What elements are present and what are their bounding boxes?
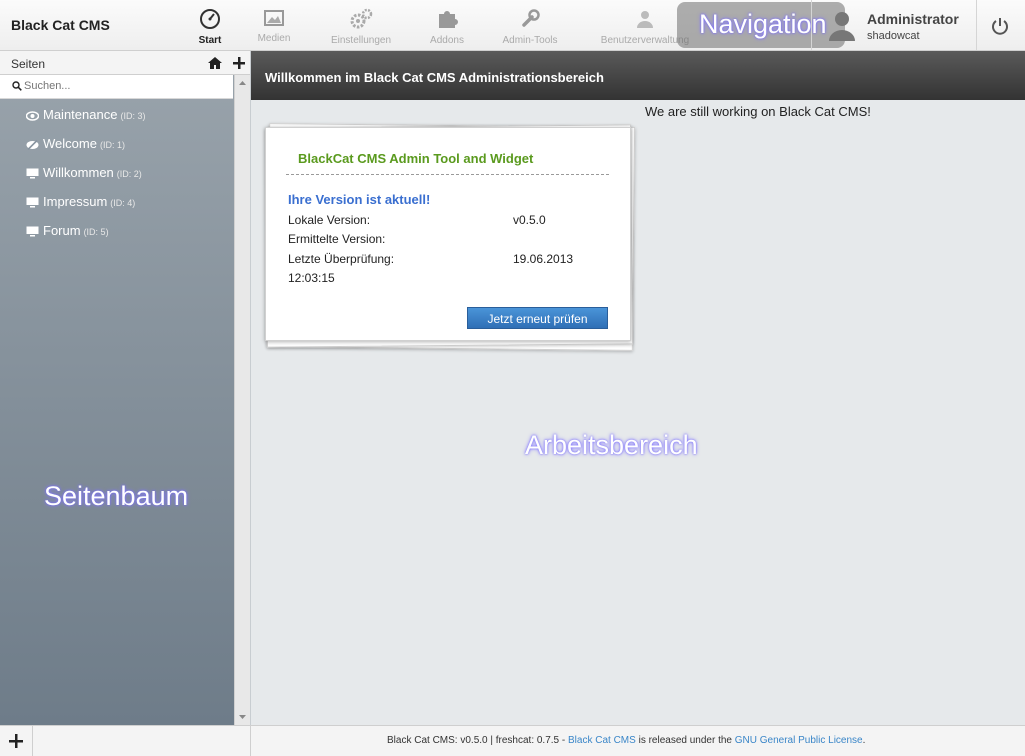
- monitor-icon: [26, 226, 39, 237]
- detected-version-label: Ermittelte Version:: [288, 232, 386, 246]
- page-tree-item-id: (ID: 3): [120, 111, 146, 121]
- page-tree-item[interactable]: Welcome (ID: 1): [26, 136, 125, 151]
- widget-title: BlackCat CMS Admin Tool and Widget: [298, 151, 534, 166]
- page-tree-item-label: Maintenance: [43, 107, 118, 122]
- search-input[interactable]: [24, 78, 224, 94]
- license-link[interactable]: GNU General Public License: [735, 735, 863, 746]
- last-check-time: 12:03:15: [288, 271, 335, 285]
- nav-admin-tools-label: Admin-Tools: [502, 35, 558, 46]
- home-button[interactable]: [205, 54, 225, 72]
- page-tree-item[interactable]: Maintenance (ID: 3): [25, 107, 146, 122]
- workspace-title: Willkommen im Black Cat CMS Administrati…: [265, 70, 604, 85]
- navigation-annotation: Navigation: [677, 2, 845, 48]
- monitor-icon: [26, 197, 39, 208]
- eye-icon: [25, 110, 40, 121]
- nav-admin-tools[interactable]: Admin-Tools: [498, 4, 562, 50]
- workspace-header: Willkommen im Black Cat CMS Administrati…: [251, 51, 1025, 100]
- page-tree-item-id: (ID: 1): [99, 140, 125, 150]
- dev-notice: We are still working on Black Cat CMS!: [645, 104, 871, 119]
- sidebar-footer-divider: [32, 726, 33, 756]
- image-icon: [264, 10, 284, 26]
- navigation-annotation-label: Navigation: [699, 9, 827, 39]
- home-icon: [208, 57, 222, 69]
- top-navigation-bar: Black Cat CMS Start Medien Einstellungen…: [0, 0, 1025, 51]
- nav-start-label: Start: [198, 35, 222, 46]
- nav-media[interactable]: Medien: [252, 4, 296, 50]
- page-tree-item[interactable]: Forum (ID: 5): [26, 223, 109, 238]
- dashboard-icon: [200, 9, 220, 29]
- search-icon: [12, 81, 22, 91]
- nav-settings-label: Einstellungen: [330, 35, 392, 46]
- nav-start[interactable]: Start: [191, 4, 229, 50]
- footer-suffix: .: [862, 735, 866, 746]
- local-version-value: v0.5.0: [513, 213, 546, 227]
- footer-text: Black Cat CMS: v0.5.0 | freshcat: 0.7.5 …: [387, 735, 865, 746]
- page-tree-item-label: Welcome: [43, 136, 97, 151]
- puzzle-icon: [439, 11, 458, 28]
- sidebar-scrollbar[interactable]: [234, 75, 250, 725]
- footer-middle: is released under the: [635, 735, 735, 746]
- wrench-icon: [522, 9, 540, 27]
- page-tree-item-id: (ID: 4): [110, 198, 136, 208]
- topbar-divider: [976, 0, 977, 50]
- user-login-name: shadowcat: [867, 30, 920, 42]
- plus-icon: [233, 57, 245, 69]
- page-tree-item[interactable]: Impressum (ID: 4): [26, 194, 135, 209]
- page-tree-item-id: (ID: 5): [83, 227, 109, 237]
- footer: Black Cat CMS: v0.5.0 | freshcat: 0.7.5 …: [251, 725, 1025, 756]
- cms-link[interactable]: Black Cat CMS: [568, 735, 636, 746]
- topbar-divider: [811, 0, 812, 50]
- page-tree-item-id: (ID: 2): [116, 169, 142, 179]
- widget-divider: [286, 174, 609, 175]
- eye-hidden-icon: [26, 139, 39, 150]
- page-tree-item-label: Impressum: [43, 194, 108, 209]
- nav-addons[interactable]: Addons: [426, 4, 468, 50]
- page-tree-item[interactable]: Willkommen (ID: 2): [26, 165, 142, 180]
- page-tree-item-label: Willkommen: [43, 165, 114, 180]
- user-display-name[interactable]: Administrator: [867, 11, 959, 27]
- page-tree-annotation: Seitenbaum: [44, 481, 189, 511]
- monitor-icon: [26, 168, 39, 179]
- users-icon: [637, 11, 653, 28]
- add-page-plus-icon[interactable]: [8, 733, 24, 749]
- add-page-button[interactable]: [229, 54, 249, 72]
- local-version-label: Lokale Version:: [288, 213, 371, 227]
- check-again-button[interactable]: Jetzt erneut prüfen: [467, 307, 608, 329]
- user-icon[interactable]: [826, 8, 858, 42]
- page-tree-item-label: Forum: [43, 223, 81, 238]
- page-search: [0, 75, 233, 99]
- last-check-date: 19.06.2013: [513, 252, 574, 266]
- sidebar-title: Seiten: [11, 57, 46, 71]
- version-status: Ihre Version ist aktuell!: [288, 192, 431, 207]
- gears-icon: [350, 8, 373, 29]
- app-brand: Black Cat CMS: [11, 17, 110, 33]
- scroll-up-icon[interactable]: [235, 77, 250, 89]
- last-check-label: Letzte Überprüfung:: [288, 252, 395, 266]
- page-tree-sidebar: Seiten Maintenance: [0, 51, 251, 725]
- footer-version: Black Cat CMS: v0.5.0 | freshcat: 0.7.5 …: [387, 735, 569, 746]
- sidebar-header: Seiten: [0, 51, 250, 75]
- nav-addons-label: Addons: [430, 35, 464, 46]
- nav-media-label: Medien: [257, 33, 291, 44]
- workspace-annotation: Arbeitsbereich: [525, 430, 698, 460]
- logout-power-icon[interactable]: [990, 16, 1010, 36]
- nav-settings[interactable]: Einstellungen: [326, 4, 396, 50]
- scroll-down-icon[interactable]: [235, 711, 250, 723]
- sidebar-footer: [0, 725, 251, 756]
- admin-tool-widget: BlackCat CMS Admin Tool and Widget Ihre …: [265, 127, 631, 341]
